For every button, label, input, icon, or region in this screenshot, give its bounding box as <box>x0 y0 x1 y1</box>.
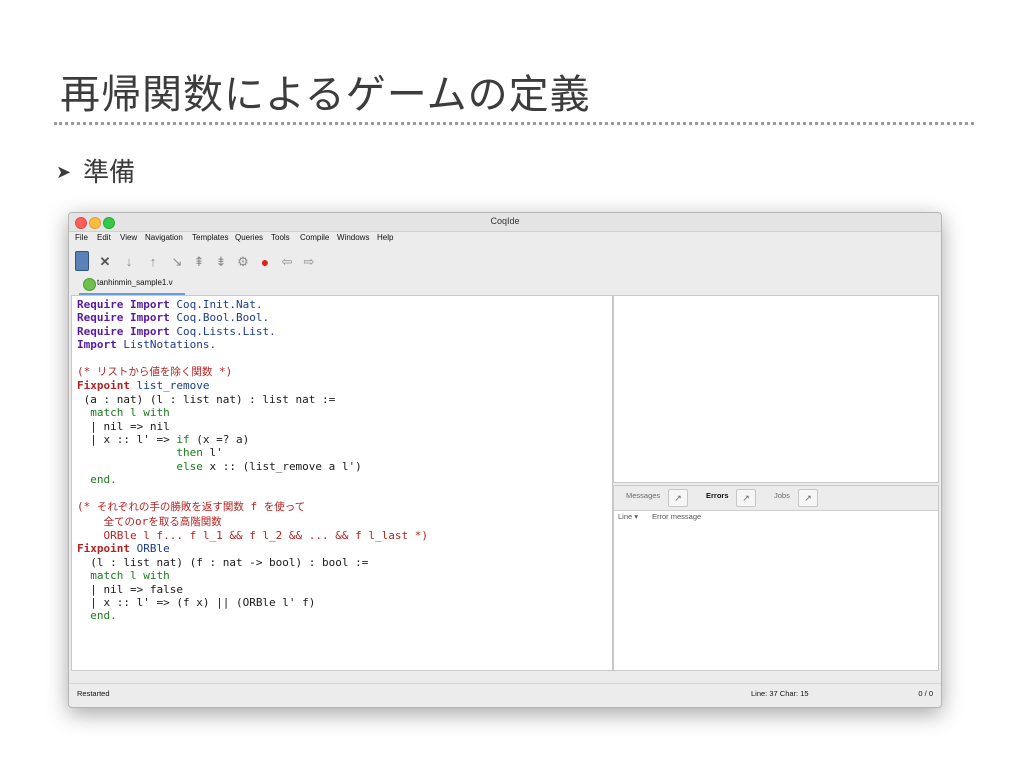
save-icon[interactable] <box>75 251 89 271</box>
detach-messages-button[interactable]: ↗ <box>668 489 688 507</box>
code-else: else <box>176 459 203 473</box>
step-backward-icon[interactable]: ↑ <box>145 254 161 270</box>
code-match: match l with <box>90 406 170 420</box>
code-identifier: Coq.Init.Nat. <box>176 298 263 311</box>
code-then: then <box>176 446 203 460</box>
tab-bar: tanhinmin_sample1.v <box>69 275 941 295</box>
code-line: (x =? a) <box>196 433 250 447</box>
goals-pane[interactable] <box>613 295 939 483</box>
message-panel: Messages ↗ Errors ↗ Jobs ↗ Line ▾ Error … <box>613 485 939 671</box>
detach-jobs-button[interactable]: ↗ <box>798 489 818 507</box>
code-identifier: Coq.Lists.List. <box>176 324 276 338</box>
bullet-item: ➤ 準備 <box>56 152 135 189</box>
code-end: end. <box>90 473 117 487</box>
file-status-icon <box>83 278 96 291</box>
previous-icon[interactable]: ⇦ <box>279 254 295 270</box>
slide-title: 再帰関数によるゲームの定義 <box>60 72 591 118</box>
menu-view[interactable]: View <box>120 233 137 242</box>
menu-compile[interactable]: Compile <box>300 233 329 242</box>
tab-jobs[interactable]: Jobs <box>774 491 790 500</box>
sort-arrow-icon: ▾ <box>634 512 639 521</box>
status-bar: Restarted Line: 37 Char: 15 0 / 0 <box>69 683 941 706</box>
code-line: | x :: l' => (f x) || (ORBle l' f) <box>90 595 316 609</box>
code-text[interactable]: Require Import Coq.Init.Nat. Require Imp… <box>77 298 428 623</box>
code-keyword: Import <box>77 338 117 352</box>
proof-progress: 0 / 0 <box>918 689 933 698</box>
tab-file[interactable]: tanhinmin_sample1.v <box>79 275 185 295</box>
errors-table-header: Line ▾ Error message <box>614 512 938 524</box>
menu-templates[interactable]: Templates <box>192 233 228 242</box>
code-keyword: Require <box>77 298 124 311</box>
code-end: end. <box>90 609 117 623</box>
code-line: x :: (list_remove a l') <box>209 459 362 473</box>
code-match: match l with <box>90 569 170 583</box>
code-line: l' <box>209 446 223 460</box>
bullet-arrow-icon: ➤ <box>56 162 72 183</box>
menu-tools[interactable]: Tools <box>271 233 290 242</box>
code-keyword: Require <box>77 311 124 325</box>
code-fixpoint-keyword: Fixpoint <box>77 379 130 393</box>
code-keyword: Require <box>77 324 124 338</box>
menu-file[interactable]: File <box>75 233 88 242</box>
column-line[interactable]: Line ▾ <box>618 512 638 521</box>
code-line: | nil => nil <box>90 419 170 433</box>
menu-bar: File Edit View Navigation Templates Quer… <box>69 232 941 246</box>
script-editor[interactable]: Require Import Coq.Init.Nat. Require Imp… <box>71 295 613 671</box>
title-bar: CoqIde <box>69 213 941 232</box>
menu-help[interactable]: Help <box>377 233 393 242</box>
code-keyword: Import <box>129 324 170 338</box>
code-line: (a : nat) (l : list nat) : list nat := <box>77 392 336 406</box>
menu-queries[interactable]: Queries <box>235 233 263 242</box>
window-title: CoqIde <box>490 216 520 226</box>
bullet-text: 準備 <box>83 158 136 188</box>
fully-check-icon[interactable]: ⚙ <box>235 254 251 270</box>
panel-tabs: Messages ↗ Errors ↗ Jobs ↗ <box>614 486 938 511</box>
menu-edit[interactable]: Edit <box>97 233 111 242</box>
tab-errors[interactable]: Errors <box>706 491 729 500</box>
code-line: | nil => false <box>90 582 183 596</box>
status-text: Restarted <box>77 689 110 698</box>
code-if: if <box>176 433 190 447</box>
code-line: | x :: l' => <box>90 433 170 447</box>
tab-messages[interactable]: Messages <box>626 491 660 500</box>
next-icon[interactable]: ⇨ <box>301 254 317 270</box>
code-comment: (* それぞれの手の勝敗を返す関数 f を使って 全てのorを取る高階関数 OR… <box>77 500 429 542</box>
code-keyword: Import <box>129 298 170 311</box>
go-to-start-icon[interactable]: ⇞ <box>191 254 207 270</box>
code-keyword: Import <box>129 311 170 325</box>
code-fixpoint-keyword: Fixpoint <box>77 542 130 556</box>
code-function-name: list_remove <box>136 379 210 393</box>
code-comment: (* リストから値を除く関数 *) <box>77 365 233 379</box>
code-function-name: ORBle <box>136 542 170 556</box>
column-error-message[interactable]: Error message <box>652 512 701 521</box>
title-divider <box>54 122 974 125</box>
close-icon[interactable]: ✕ <box>97 254 113 270</box>
tab-file-label: tanhinmin_sample1.v <box>97 278 173 287</box>
menu-windows[interactable]: Windows <box>337 233 369 242</box>
detach-errors-button[interactable]: ↗ <box>736 489 756 507</box>
coqide-window: CoqIde File Edit View Navigation Templat… <box>68 212 942 708</box>
go-to-end-icon[interactable]: ⇟ <box>213 254 229 270</box>
go-to-cursor-icon[interactable]: ↘ <box>169 254 185 270</box>
step-forward-icon[interactable]: ↓ <box>121 254 137 270</box>
interrupt-icon[interactable]: ● <box>257 254 273 270</box>
code-identifier: ListNotations. <box>123 338 217 352</box>
code-identifier: Coq.Bool.Bool. <box>176 311 270 325</box>
code-line: (l : list nat) (f : nat -> bool) : bool … <box>90 555 369 569</box>
cursor-position: Line: 37 Char: 15 <box>751 689 809 698</box>
menu-navigation[interactable]: Navigation <box>145 233 183 242</box>
